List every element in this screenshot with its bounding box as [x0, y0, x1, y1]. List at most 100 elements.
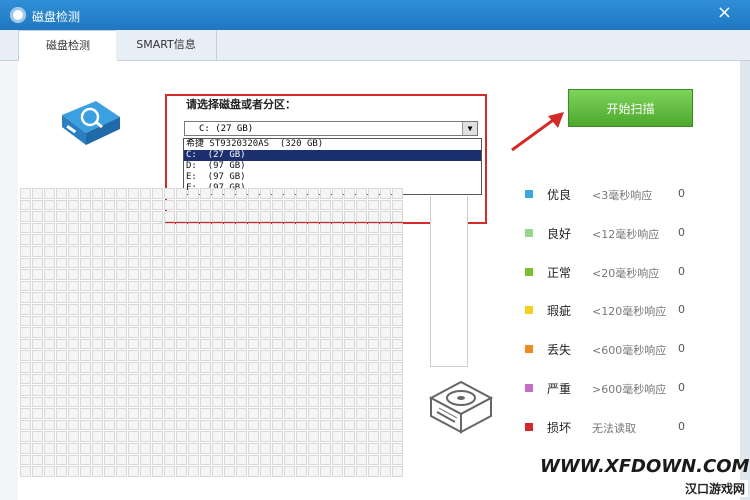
- sector-block: [20, 315, 31, 327]
- sector-block: [80, 245, 91, 257]
- sector-block: [200, 385, 211, 396]
- sector-block: [140, 280, 151, 292]
- tab-smart-info[interactable]: SMART信息: [116, 30, 217, 60]
- sector-block: [152, 454, 163, 466]
- sector-block: [236, 188, 247, 199]
- tab-disk-check[interactable]: 磁盘检测: [18, 30, 118, 62]
- sector-block: [260, 396, 271, 408]
- legend-desc: <600毫秒响应: [592, 344, 667, 358]
- sector-block: [140, 257, 151, 269]
- legend-count: 0: [678, 380, 685, 394]
- start-scan-button[interactable]: 开始扫描: [568, 89, 693, 127]
- sector-block: [272, 396, 283, 408]
- sector-block: [248, 408, 259, 419]
- sector-block: [20, 454, 31, 466]
- sector-block: [56, 234, 67, 245]
- sector-block: [80, 373, 91, 385]
- dropdown-option[interactable]: 希捷 ST9320320AS (320 GB): [184, 139, 481, 150]
- sector-block: [392, 466, 403, 477]
- dropdown-option[interactable]: C: (27 GB): [184, 150, 481, 161]
- sector-block: [140, 199, 151, 211]
- sector-block: [236, 222, 247, 234]
- sector-block: [44, 280, 55, 292]
- sector-block: [392, 350, 403, 361]
- disk-select[interactable]: C: (27 GB) ▼: [184, 121, 478, 136]
- close-icon[interactable]: ×: [717, 4, 732, 22]
- sector-block: [392, 211, 403, 222]
- sector-block: [236, 431, 247, 443]
- sector-block: [380, 234, 391, 245]
- sector-block: [332, 396, 343, 408]
- sector-block: [56, 350, 67, 361]
- sector-block: [140, 361, 151, 373]
- sector-block: [188, 199, 199, 211]
- dropdown-option[interactable]: E: (97 GB): [184, 172, 481, 183]
- sector-block: [200, 443, 211, 454]
- sector-block: [332, 408, 343, 419]
- sector-block: [164, 396, 175, 408]
- sector-block: [332, 199, 343, 211]
- sector-block: [56, 327, 67, 338]
- sector-block: [212, 454, 223, 466]
- sector-block: [344, 234, 355, 245]
- sector-block: [296, 361, 307, 373]
- sector-block: [368, 338, 379, 350]
- sector-block: [344, 396, 355, 408]
- sector-block: [344, 408, 355, 419]
- sector-block: [296, 269, 307, 280]
- sector-block: [308, 280, 319, 292]
- sector-block: [308, 327, 319, 338]
- sector-block: [224, 269, 235, 280]
- sector-block: [260, 350, 271, 361]
- sector-block: [92, 361, 103, 373]
- sector-block: [104, 396, 115, 408]
- sector-block: [320, 396, 331, 408]
- sector-block: [248, 211, 259, 222]
- disk-check-window: 磁盘检测 × 磁盘检测 SMART信息 请选择磁盘或者分区： C: (27 GB…: [0, 0, 750, 500]
- sector-block: [164, 443, 175, 454]
- sector-block: [104, 315, 115, 327]
- sector-block: [332, 443, 343, 454]
- sector-block: [44, 222, 55, 234]
- sector-block: [320, 338, 331, 350]
- sector-block: [68, 280, 79, 292]
- sector-block: [392, 419, 403, 431]
- sector-block: [200, 269, 211, 280]
- sector-block: [200, 396, 211, 408]
- sector-block: [260, 361, 271, 373]
- sector-block: [176, 431, 187, 443]
- sector-block: [272, 350, 283, 361]
- sector-block: [392, 245, 403, 257]
- sector-block: [80, 431, 91, 443]
- sector-block: [32, 408, 43, 419]
- sector-block: [44, 408, 55, 419]
- sector-block: [92, 338, 103, 350]
- sector-block: [92, 234, 103, 245]
- sector-block: [356, 466, 367, 477]
- sector-block: [224, 303, 235, 315]
- sector-block: [176, 327, 187, 338]
- sector-block: [140, 373, 151, 385]
- sector-block: [32, 443, 43, 454]
- sector-block: [128, 350, 139, 361]
- sector-block: [236, 327, 247, 338]
- sector-block: [344, 419, 355, 431]
- legend-name: 优良: [547, 188, 572, 202]
- chevron-down-icon[interactable]: ▼: [462, 122, 477, 135]
- sector-block: [308, 350, 319, 361]
- dropdown-option[interactable]: D: (97 GB): [184, 161, 481, 172]
- sector-block: [380, 454, 391, 466]
- sector-block: [152, 396, 163, 408]
- sector-block: [296, 245, 307, 257]
- sector-block: [212, 222, 223, 234]
- sector-block: [128, 222, 139, 234]
- sector-block: [224, 419, 235, 431]
- sector-block: [392, 234, 403, 245]
- sector-block: [248, 338, 259, 350]
- sector-block: [104, 408, 115, 419]
- sector-block: [56, 338, 67, 350]
- sector-block: [392, 303, 403, 315]
- sector-block: [116, 222, 127, 234]
- sector-block: [44, 211, 55, 222]
- sector-block: [188, 419, 199, 431]
